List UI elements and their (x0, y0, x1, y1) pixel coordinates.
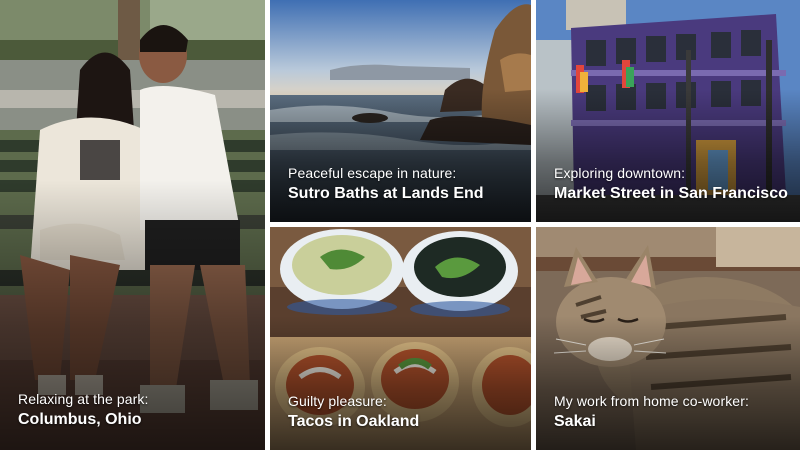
caption-kicker: My work from home co-worker: (554, 393, 749, 409)
photo-tile-park[interactable]: Relaxing at the park: Columbus, Ohio (0, 0, 265, 450)
caption: Relaxing at the park: Columbus, Ohio (18, 390, 253, 430)
caption-kicker: Guilty pleasure: (288, 393, 387, 409)
caption-headline: Tacos in Oakland (288, 413, 420, 430)
photo-grid: Relaxing at the park: Columbus, Ohio Pea… (0, 0, 800, 450)
caption: My work from home co-worker: Sakai (554, 392, 788, 432)
caption-headline: Columbus, Ohio (18, 411, 142, 428)
caption: Guilty pleasure: Tacos in Oakland (288, 392, 519, 432)
photo-tile-market-street[interactable]: Exploring downtown: Market Street in San… (536, 0, 800, 222)
caption-headline: Market Street in San Francisco (554, 185, 788, 202)
caption-kicker: Exploring downtown: (554, 165, 686, 181)
caption: Peaceful escape in nature: Sutro Baths a… (288, 164, 519, 204)
photo-tile-tacos[interactable]: Guilty pleasure: Tacos in Oakland (270, 227, 531, 450)
caption-kicker: Relaxing at the park: (18, 391, 149, 407)
caption-kicker: Peaceful escape in nature: (288, 165, 457, 181)
caption-headline: Sakai (554, 413, 596, 430)
caption: Exploring downtown: Market Street in San… (554, 164, 788, 204)
caption-headline: Sutro Baths at Lands End (288, 185, 484, 202)
photo-tile-cat[interactable]: My work from home co-worker: Sakai (536, 227, 800, 450)
photo-tile-sutro-baths[interactable]: Peaceful escape in nature: Sutro Baths a… (270, 0, 531, 222)
